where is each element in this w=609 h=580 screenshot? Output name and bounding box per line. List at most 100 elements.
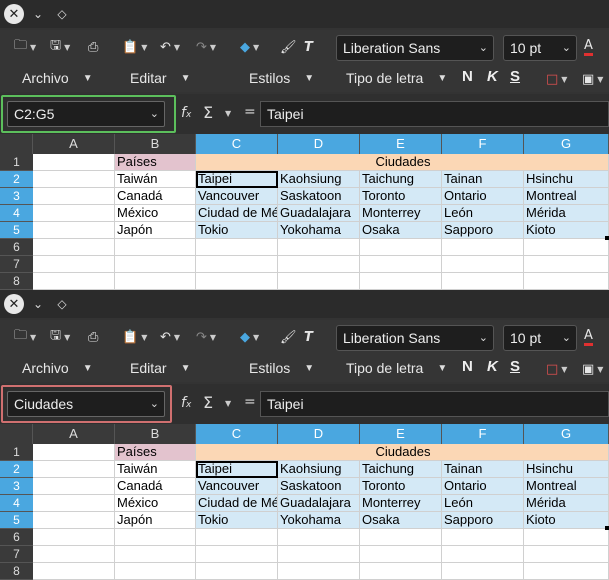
cell-g7[interactable] (524, 546, 609, 563)
cell-b1[interactable]: Países (115, 154, 196, 171)
cell-e6[interactable] (360, 529, 442, 546)
formula-input[interactable]: Taipei (260, 101, 609, 127)
cell-c3[interactable]: Vancouver (196, 188, 278, 205)
row-header-7[interactable]: 7 (0, 256, 33, 273)
column-header-c[interactable]: C (196, 134, 278, 154)
cell-d3[interactable]: Saskatoon (278, 188, 360, 205)
column-header-g[interactable]: G (524, 134, 609, 154)
cell-e5[interactable]: Osaka (360, 512, 442, 529)
cell-e4[interactable]: Monterrey (360, 495, 442, 512)
column-header-f[interactable]: F (442, 424, 524, 444)
column-header-a[interactable]: A (33, 134, 115, 154)
save-button[interactable]: 🖫 ▼ (50, 38, 70, 56)
cell-f7[interactable] (442, 546, 524, 563)
cell-f6[interactable] (442, 239, 524, 256)
cell-e2[interactable]: Taichung (360, 171, 442, 188)
cell-b7[interactable] (115, 546, 196, 563)
menu-editar[interactable]: Editar ▼ (130, 360, 190, 376)
underline-button[interactable]: S (510, 68, 520, 85)
menu-estilos[interactable]: Estilos ▼ (249, 70, 314, 86)
cell-b8[interactable] (115, 273, 196, 290)
cell-g8[interactable] (524, 273, 609, 290)
clipboard-button[interactable]: 📋 ▼ (122, 328, 147, 346)
sum-icon[interactable]: Σ (203, 103, 213, 122)
cell-a5[interactable] (33, 512, 115, 529)
open-file-button[interactable]: 🗀 ▼ (14, 38, 36, 56)
column-header-d[interactable]: D (278, 134, 360, 154)
font-name-select[interactable]: Liberation Sans ⌄ (336, 325, 494, 351)
cell-a3[interactable] (33, 478, 115, 495)
formula-equals-icon[interactable]: = (244, 394, 256, 410)
cell-e7[interactable] (360, 256, 442, 273)
cell-f5[interactable]: Sapporo (442, 512, 524, 529)
cell-a8[interactable] (33, 273, 115, 290)
borders-button[interactable]: □ ▼ (546, 360, 567, 378)
font-color-button[interactable]: A (584, 328, 593, 346)
cell-b7[interactable] (115, 256, 196, 273)
underline-button[interactable]: S (510, 358, 520, 375)
cell-g3[interactable]: Montreal (524, 188, 609, 205)
cell-b4[interactable]: México (115, 205, 196, 222)
cell-d5[interactable]: Yokohama (278, 512, 360, 529)
cell-b3[interactable]: Canadá (115, 478, 196, 495)
cell-g8[interactable] (524, 563, 609, 580)
row-header-4[interactable]: 4 (0, 205, 33, 222)
cell-e7[interactable] (360, 546, 442, 563)
cell-d3[interactable]: Saskatoon (278, 478, 360, 495)
close-icon[interactable]: ✕ (4, 294, 24, 314)
borders-button[interactable]: □ ▼ (546, 70, 567, 88)
italic-button[interactable]: K (487, 68, 498, 85)
cell-a3[interactable] (33, 188, 115, 205)
font-size-select[interactable]: 10 pt ⌄ (503, 325, 577, 351)
menu-tipo-de-letra[interactable]: Tipo de letra ▼ (346, 360, 447, 376)
clone-format-button[interactable]: 🖌 (280, 38, 297, 56)
row-header-3[interactable]: 3 (0, 188, 33, 205)
cell-f6[interactable] (442, 529, 524, 546)
row-header-2[interactable]: 2 (0, 461, 33, 478)
bold-button[interactable]: N (462, 68, 473, 85)
cell-f3[interactable]: Ontario (442, 188, 524, 205)
cell-c1[interactable]: Ciudades (196, 154, 609, 171)
row-header-6[interactable]: 6 (0, 529, 33, 546)
cell-e5[interactable]: Osaka (360, 222, 442, 239)
cell-d7[interactable] (278, 256, 360, 273)
formula-input[interactable]: Taipei (260, 391, 609, 417)
cell-b1[interactable]: Países (115, 444, 196, 461)
cell-d2[interactable]: Kaohsiung (278, 171, 360, 188)
image-button[interactable]: ▣ ▼ (582, 360, 603, 378)
column-header-e[interactable]: E (360, 424, 442, 444)
font-size-select[interactable]: 10 pt ⌄ (503, 35, 577, 61)
diamond-icon[interactable]: ◇ (52, 4, 72, 24)
sum-icon[interactable]: Σ (203, 393, 213, 412)
cell-g5[interactable]: Kioto (524, 222, 609, 239)
cell-g2[interactable]: Hsinchu (524, 461, 609, 478)
cell-g3[interactable]: Montreal (524, 478, 609, 495)
cell-g7[interactable] (524, 256, 609, 273)
cell-b8[interactable] (115, 563, 196, 580)
cell-f8[interactable] (442, 273, 524, 290)
diamond-icon[interactable]: ◇ (52, 294, 72, 314)
cell-d8[interactable] (278, 273, 360, 290)
cell-c1[interactable]: Ciudades (196, 444, 609, 461)
chevron-down-icon[interactable]: ⌄ (28, 294, 48, 314)
cell-a6[interactable] (33, 239, 115, 256)
row-header-1[interactable]: 1 (0, 154, 33, 171)
cell-a7[interactable] (33, 256, 115, 273)
undo-button[interactable]: ↶ ▼ (160, 328, 180, 346)
cell-b4[interactable]: México (115, 495, 196, 512)
cell-g5[interactable]: Kioto (524, 512, 609, 529)
cell-a6[interactable] (33, 529, 115, 546)
cell-c5[interactable]: Tokio (196, 222, 278, 239)
image-button[interactable]: ▣ ▼ (582, 70, 603, 88)
cell-a7[interactable] (33, 546, 115, 563)
cell-f8[interactable] (442, 563, 524, 580)
row-header-8[interactable]: 8 (0, 563, 33, 580)
cell-a1[interactable] (33, 444, 115, 461)
cell-e3[interactable]: Toronto (360, 478, 442, 495)
column-header-d[interactable]: D (278, 424, 360, 444)
redo-button[interactable]: ↷ ▼ (196, 328, 216, 346)
cell-d6[interactable] (278, 239, 360, 256)
cell-f2[interactable]: Tainan (442, 171, 524, 188)
font-name-select[interactable]: Liberation Sans ⌄ (336, 35, 494, 61)
print-button[interactable]: ⎙ (88, 328, 98, 346)
